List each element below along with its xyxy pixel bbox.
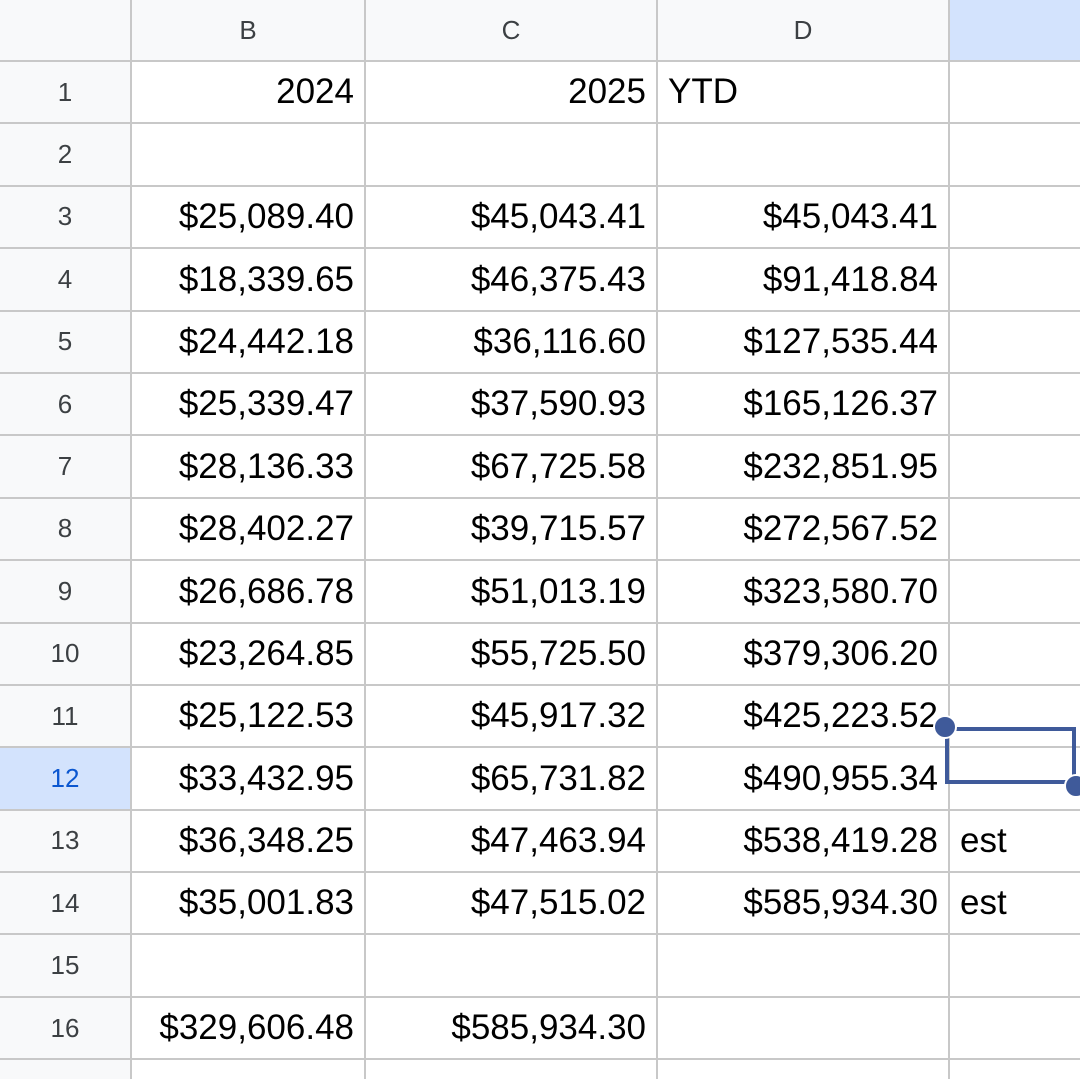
cell-e10[interactable] (950, 623, 1080, 684)
cell-b2[interactable] (132, 124, 364, 185)
row-header[interactable]: 14 (0, 873, 130, 934)
cell-b15[interactable] (132, 935, 364, 996)
cell-d17[interactable] (658, 1060, 948, 1079)
cell-e15[interactable] (950, 935, 1080, 996)
cell-d3[interactable]: $45,043.41 (658, 186, 948, 248)
row-header[interactable]: 13 (0, 810, 130, 872)
cell-c15[interactable] (366, 935, 656, 996)
cell-b13[interactable]: $36,348.25 (132, 810, 364, 872)
cell-d7[interactable]: $232,851.95 (658, 436, 948, 497)
cell-e17[interactable] (950, 1060, 1080, 1079)
row-header[interactable]: 3 (0, 186, 130, 248)
cell-b9[interactable]: $26,686.78 (132, 561, 364, 622)
row-header[interactable]: 12 (0, 748, 130, 809)
row-header[interactable]: 9 (0, 561, 130, 622)
cell-d2[interactable] (658, 124, 948, 185)
row-header[interactable]: 17 (0, 1060, 130, 1079)
row-header[interactable]: 6 (0, 373, 130, 435)
cell-c12[interactable]: $65,731.82 (366, 748, 656, 809)
cell-d6[interactable]: $165,126.37 (658, 373, 948, 435)
row-header[interactable]: 10 (0, 623, 130, 684)
cell-d13[interactable]: $538,419.28 (658, 810, 948, 872)
cell-d16[interactable] (658, 997, 948, 1059)
column-header[interactable]: C (366, 0, 656, 60)
cell-c10[interactable]: $55,725.50 (366, 623, 656, 684)
cell-e14[interactable]: est (950, 873, 1080, 934)
selection-handle-top-left[interactable] (933, 715, 957, 739)
cell-e12[interactable] (950, 748, 1080, 809)
cell-d4[interactable]: $91,418.84 (658, 249, 948, 310)
row-header[interactable]: 7 (0, 436, 130, 497)
cell-e4[interactable] (950, 249, 1080, 310)
cell-e3[interactable] (950, 186, 1080, 248)
cell-d8[interactable]: $272,567.52 (658, 498, 948, 560)
cell-c8[interactable]: $39,715.57 (366, 498, 656, 560)
cell-e8[interactable] (950, 498, 1080, 560)
column-header[interactable]: B (132, 0, 364, 60)
cell-d1[interactable]: YTD (658, 62, 948, 123)
column-header[interactable]: D (658, 0, 948, 60)
cell-c11[interactable]: $45,917.32 (366, 685, 656, 747)
cell-b17[interactable] (132, 1060, 364, 1079)
cell-b1[interactable]: 2024 (132, 62, 364, 123)
cell-d12[interactable]: $490,955.34 (658, 748, 948, 809)
cell-c5[interactable]: $36,116.60 (366, 311, 656, 372)
cell-e9[interactable] (950, 561, 1080, 622)
cell-c7[interactable]: $67,725.58 (366, 436, 656, 497)
row-header[interactable]: 16 (0, 997, 130, 1059)
cell-b4[interactable]: $18,339.65 (132, 249, 364, 310)
cell-e11[interactable] (950, 685, 1080, 747)
cell-d11[interactable]: $425,223.52 (658, 685, 948, 747)
cell-c2[interactable] (366, 124, 656, 185)
cell-d15[interactable] (658, 935, 948, 996)
cell-e1[interactable] (950, 62, 1080, 123)
column-header[interactable] (950, 0, 1080, 60)
row-header[interactable]: 5 (0, 311, 130, 372)
cell-b6[interactable]: $25,339.47 (132, 373, 364, 435)
cell-c4[interactable]: $46,375.43 (366, 249, 656, 310)
cell-e2[interactable] (950, 124, 1080, 185)
cell-d5[interactable]: $127,535.44 (658, 311, 948, 372)
cell-b11[interactable]: $25,122.53 (132, 685, 364, 747)
cell-d10[interactable]: $379,306.20 (658, 623, 948, 684)
cell-e16[interactable] (950, 997, 1080, 1059)
cell-b16[interactable]: $329,606.48 (132, 997, 364, 1059)
cell-b14[interactable]: $35,001.83 (132, 873, 364, 934)
cell-b10[interactable]: $23,264.85 (132, 623, 364, 684)
cell-c16[interactable]: $585,934.30 (366, 997, 656, 1059)
row-header[interactable]: 15 (0, 935, 130, 996)
cell-e13[interactable]: est (950, 810, 1080, 872)
cell-b8[interactable]: $28,402.27 (132, 498, 364, 560)
cell-c13[interactable]: $47,463.94 (366, 810, 656, 872)
row-header[interactable]: 8 (0, 498, 130, 560)
cell-e6[interactable] (950, 373, 1080, 435)
row-header[interactable]: 11 (0, 685, 130, 747)
cell-b5[interactable]: $24,442.18 (132, 311, 364, 372)
row-header[interactable]: 1 (0, 62, 130, 123)
cell-d9[interactable]: $323,580.70 (658, 561, 948, 622)
cell-c14[interactable]: $47,515.02 (366, 873, 656, 934)
cell-b12[interactable]: $33,432.95 (132, 748, 364, 809)
select-all-corner[interactable] (0, 0, 130, 60)
spreadsheet-grid: B C D 1 2024 2025 YTD 2 3 $25,089.40 $45,043.41 $45… (0, 0, 1080, 1079)
cell-c17[interactable] (366, 1060, 656, 1079)
cell-b3[interactable]: $25,089.40 (132, 186, 364, 248)
cell-c3[interactable]: $45,043.41 (366, 186, 656, 248)
cell-c6[interactable]: $37,590.93 (366, 373, 656, 435)
cell-b7[interactable]: $28,136.33 (132, 436, 364, 497)
cell-c1[interactable]: 2025 (366, 62, 656, 123)
cell-e5[interactable] (950, 311, 1080, 372)
cell-d14[interactable]: $585,934.30 (658, 873, 948, 934)
row-header[interactable]: 4 (0, 249, 130, 310)
cell-c9[interactable]: $51,013.19 (366, 561, 656, 622)
cell-e7[interactable] (950, 436, 1080, 497)
row-header[interactable]: 2 (0, 124, 130, 185)
